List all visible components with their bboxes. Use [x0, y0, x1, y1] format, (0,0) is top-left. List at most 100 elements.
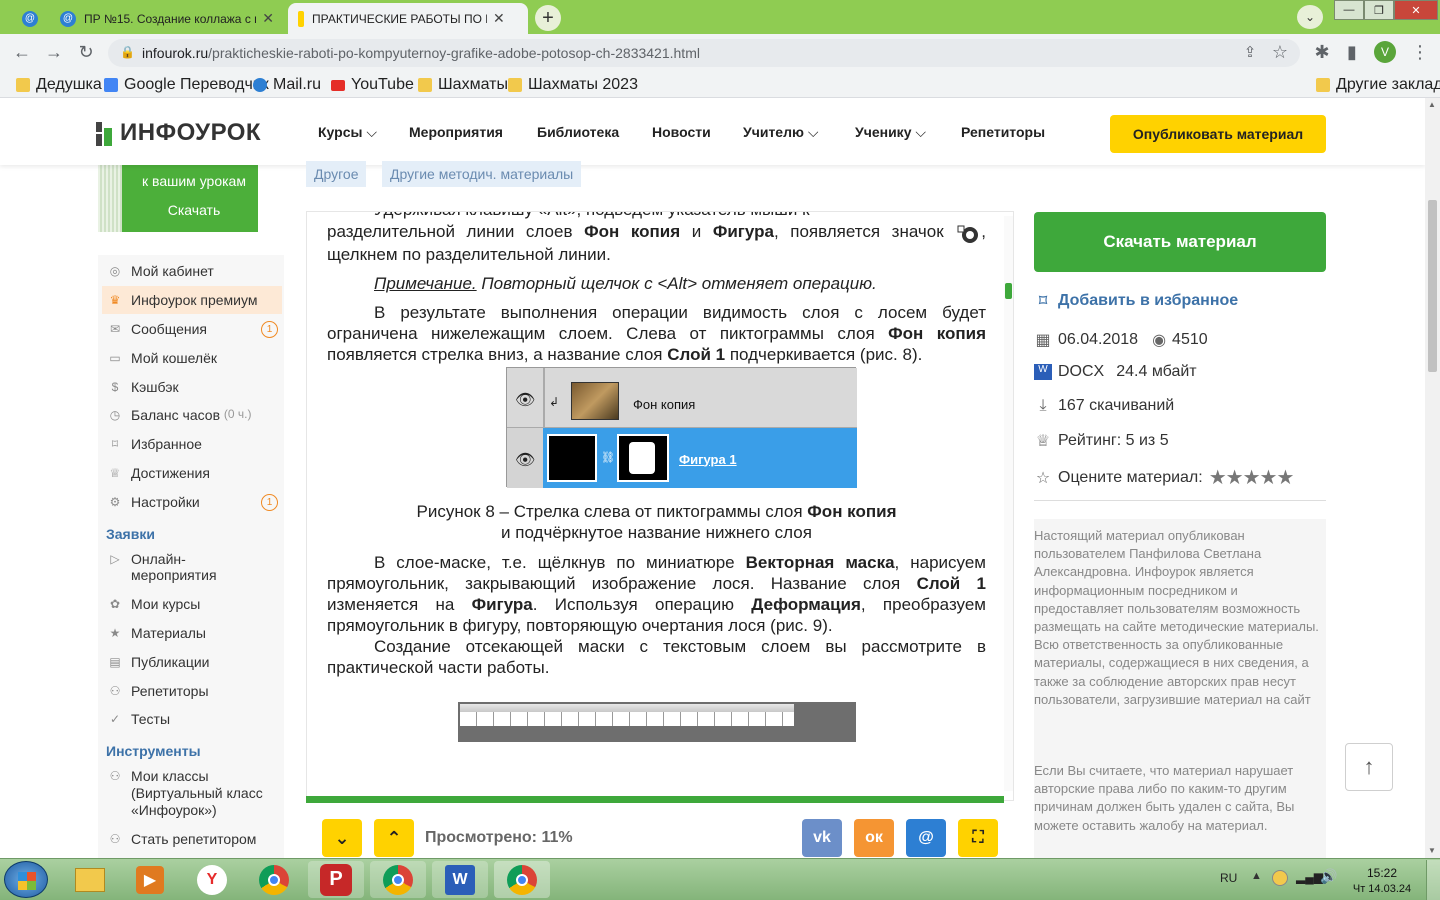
bookmark-youtube[interactable]: YouTube: [331, 76, 414, 94]
taskbar-presenter[interactable]: P: [308, 861, 364, 898]
nav-tutors[interactable]: Репетиторы: [961, 124, 1045, 140]
promo-cta[interactable]: Скачать: [130, 202, 258, 218]
back-icon[interactable]: ←: [10, 40, 34, 64]
maximize-button[interactable]: ❐: [1364, 0, 1394, 20]
ok-share-button[interactable]: ок: [854, 819, 894, 857]
sidebar-item-favorites[interactable]: ⌑ Избранное: [108, 436, 284, 452]
sidebar-item-premium[interactable]: ♛ Инфоурок премиум: [102, 286, 282, 314]
fullscreen-button[interactable]: ⛶: [958, 819, 998, 857]
bookmark-chess-2023[interactable]: Шахматы 2023: [508, 76, 638, 94]
sidepanel-icon[interactable]: ▮: [1340, 40, 1364, 64]
download-material-button[interactable]: Скачать материал: [1034, 212, 1326, 272]
sidebar-item-settings[interactable]: ⚙ Настройки 1: [108, 494, 284, 511]
bookmark-star-icon[interactable]: ☆: [1268, 40, 1292, 64]
star-icon[interactable]: ★: [1209, 467, 1227, 489]
sidebar-item-wallet[interactable]: ▭ Мой кошелёк: [108, 350, 284, 366]
sidebar-item-hours[interactable]: ◷ Баланс часов (0 ч.): [108, 407, 284, 423]
doc-scrollbar[interactable]: [1004, 216, 1013, 791]
bookmark-other[interactable]: Другие закладки: [1316, 76, 1440, 94]
forward-icon[interactable]: →: [42, 40, 66, 64]
sidebar-item-tests[interactable]: ✓ Тесты: [108, 711, 284, 727]
bookmark-chess[interactable]: Шахматы: [418, 76, 508, 94]
new-tab-button[interactable]: +: [535, 5, 561, 31]
nav-student[interactable]: Ученику ⌵: [855, 124, 926, 141]
scroll-down-arrow-icon[interactable]: ▼: [1428, 846, 1436, 855]
network-status-icon[interactable]: [1272, 870, 1288, 886]
address-bar[interactable]: 🔒 infourok.ru/prakticheskie-raboti-po-ko…: [108, 39, 1300, 67]
tab-infourok[interactable]: ПРАКТИЧЕСКИЕ РАБОТЫ ПО КО ✕: [288, 3, 528, 34]
nav-library[interactable]: Библиотека: [537, 124, 619, 140]
clock-date[interactable]: Чт 14.03.24: [1350, 883, 1414, 895]
scroll-up-button[interactable]: ⌃: [374, 819, 414, 857]
taskbar-yandex[interactable]: Y: [184, 861, 240, 898]
start-button[interactable]: [4, 861, 48, 898]
tab-collage[interactable]: @ ПР №15. Создание коллажа с п ✕: [50, 3, 284, 34]
profile-avatar[interactable]: V: [1374, 41, 1396, 63]
star-icon[interactable]: ★: [1243, 467, 1261, 489]
menu-icon[interactable]: ⋮: [1408, 40, 1432, 64]
nav-events[interactable]: Мероприятия: [409, 124, 503, 140]
page-scroll-thumb[interactable]: [1428, 200, 1437, 372]
figure-layers-panel: 👁 ↲ Фон копия ⛓ Фигура 1 👁: [506, 366, 857, 488]
sidebar-item-become-tutor[interactable]: ⚇ Стать репетитором: [108, 831, 284, 847]
document-viewer[interactable]: Удерживая клавишу «Alt», подведем указат…: [306, 211, 1014, 801]
close-icon[interactable]: ✕: [262, 10, 274, 27]
sidebar-item-my-courses[interactable]: ✿ Мои курсы: [108, 596, 284, 612]
bookmark-mailru[interactable]: Mail.ru: [253, 76, 321, 94]
nav-teacher[interactable]: Учителю ⌵: [743, 124, 818, 141]
bookmark-dedushka[interactable]: Дедушка: [16, 76, 102, 94]
signal-icon[interactable]: ▂▄▆: [1296, 870, 1323, 884]
star-icon[interactable]: ★: [1260, 467, 1278, 489]
sidebar-item-online-events[interactable]: ▷ Онлайн-мероприятия: [108, 551, 284, 583]
clock-time[interactable]: 15:22: [1352, 866, 1412, 880]
sidebar-item-cabinet[interactable]: ◎ Мой кабинет: [108, 263, 284, 279]
extensions-icon[interactable]: ✱: [1310, 40, 1334, 64]
sidebar-item-achievements[interactable]: ♕ Достижения: [108, 465, 284, 481]
taskbar-media-player[interactable]: ▶: [122, 861, 178, 898]
scroll-down-button[interactable]: ⌄: [322, 819, 362, 857]
sidebar-item-materials[interactable]: ★ Материалы: [108, 625, 284, 641]
close-icon[interactable]: ✕: [493, 10, 505, 27]
promo-banner[interactable]: к вашим урокам Скачать: [98, 165, 258, 232]
taskbar-chrome-2[interactable]: [370, 861, 426, 898]
minimize-button[interactable]: —: [1334, 0, 1364, 20]
rating-stars[interactable]: ★★★★★: [1209, 465, 1295, 490]
sidebar-item-tutors[interactable]: ⚇ Репетиторы: [108, 683, 284, 699]
show-desktop-button[interactable]: [1426, 860, 1440, 900]
taskbar-chrome[interactable]: [246, 861, 302, 898]
scroll-to-top-button[interactable]: ↑: [1345, 743, 1393, 791]
reload-icon[interactable]: ↻: [74, 40, 98, 64]
sidebar-item-cashback[interactable]: $ Кэшбэк: [108, 379, 284, 395]
sidebar-item-messages[interactable]: ✉ Сообщения 1: [108, 321, 284, 338]
show-hidden-icons-icon[interactable]: ▲: [1251, 870, 1262, 882]
tab-search-button[interactable]: ⌄: [1297, 5, 1323, 29]
tag-chip[interactable]: Другое: [306, 161, 367, 187]
taskbar-word[interactable]: W: [432, 861, 488, 898]
tag-chip[interactable]: Другие методич. материалы: [382, 161, 582, 187]
taskbar-explorer[interactable]: [62, 861, 118, 898]
mailru-share-button[interactable]: @: [906, 819, 946, 857]
disclaimer-report-text: Если Вы считаете, что материал нарушает …: [1034, 763, 1295, 833]
star-icon[interactable]: ★: [1276, 467, 1294, 489]
share-icon[interactable]: ⇪: [1238, 40, 1262, 64]
sidebar-item-classes[interactable]: ⚇ Мои классы (Виртуальный класс «Инфоурок…: [108, 768, 284, 819]
language-indicator[interactable]: RU: [1220, 871, 1237, 885]
check-icon: ✓: [109, 712, 121, 726]
site-logo[interactable]: ИНФОУРОК: [96, 118, 261, 148]
tab-mail[interactable]: @: [12, 3, 48, 34]
scroll-up-arrow-icon[interactable]: ▲: [1428, 100, 1436, 109]
taskbar-chrome-profile[interactable]: [494, 861, 550, 898]
publish-button[interactable]: Опубликовать материал: [1110, 115, 1326, 153]
vk-share-button[interactable]: vk: [802, 819, 842, 857]
volume-icon[interactable]: 🔊: [1320, 868, 1337, 885]
star-icon[interactable]: ★: [1226, 467, 1244, 489]
add-favorite-link[interactable]: ⌑ Добавить в избранное: [1034, 291, 1238, 311]
window-close-button[interactable]: ✕: [1394, 0, 1438, 20]
doc-scroll-thumb[interactable]: [1005, 283, 1012, 299]
bookmark-google-translate[interactable]: Google Переводчик: [104, 76, 269, 94]
nav-news[interactable]: Новости: [652, 124, 711, 140]
doc-progress-bar: [306, 796, 1004, 803]
sidebar-item-publications[interactable]: ▤ Публикации: [108, 654, 284, 670]
page-scrollbar[interactable]: ▲ ▼: [1425, 98, 1440, 858]
nav-courses[interactable]: Курсы ⌵: [318, 124, 377, 141]
